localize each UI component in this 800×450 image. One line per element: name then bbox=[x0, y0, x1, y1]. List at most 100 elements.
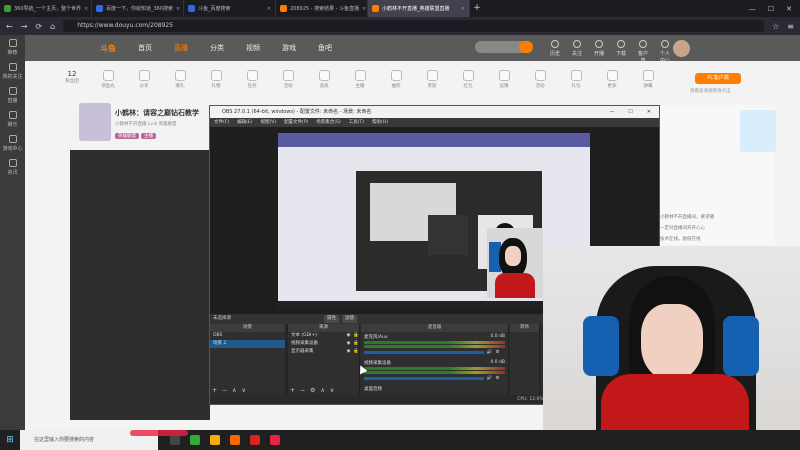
close-icon[interactable]: × bbox=[267, 6, 271, 12]
room-tool[interactable]: 抽奖 bbox=[384, 70, 408, 89]
eye-icon[interactable]: ◉ bbox=[346, 348, 350, 356]
obs-menu-item[interactable]: 帮助(H) bbox=[372, 118, 388, 127]
lock-icon[interactable]: 🔒 bbox=[353, 348, 359, 356]
nav-item[interactable]: 首页 bbox=[138, 43, 152, 53]
nav-item[interactable]: 分类 bbox=[210, 43, 224, 53]
room-tool[interactable]: 主播 bbox=[348, 70, 372, 89]
room-tool[interactable]: 红包 bbox=[456, 70, 480, 89]
obs-menu-item[interactable]: 工具(T) bbox=[349, 118, 364, 127]
pc-client-button[interactable]: PC客户端 bbox=[695, 73, 741, 84]
room-tool[interactable]: 贵族 bbox=[420, 70, 444, 89]
browser-tab[interactable]: 百度一下，你就知道_360搜索 × bbox=[92, 0, 184, 17]
room-tool[interactable]: 活动 bbox=[528, 70, 552, 89]
star-icon[interactable]: ☆ bbox=[772, 22, 779, 31]
red-app-icon[interactable] bbox=[250, 435, 260, 445]
nav-item[interactable]: 游戏 bbox=[282, 43, 296, 53]
room-tool[interactable]: 分享 bbox=[132, 70, 156, 89]
address-bar[interactable]: https://www.douyu.com/208925 bbox=[63, 20, 765, 32]
close-button[interactable]: ✕ bbox=[786, 5, 792, 13]
remove-source-button[interactable]: − bbox=[300, 387, 305, 394]
close-icon[interactable]: × bbox=[84, 6, 88, 12]
obs-menu-item[interactable]: 文件(F) bbox=[214, 118, 229, 127]
obs-menu-item[interactable]: 配置文件(P) bbox=[284, 118, 308, 127]
move-down-button[interactable]: ∨ bbox=[330, 387, 334, 394]
obs-maximize-button[interactable]: ☐ bbox=[628, 106, 632, 118]
sidebar-item[interactable]: 推荐 bbox=[0, 35, 25, 59]
close-icon[interactable]: × bbox=[461, 6, 465, 12]
remove-scene-button[interactable]: − bbox=[222, 387, 227, 394]
room-tag[interactable]: 主播 bbox=[141, 133, 156, 139]
source-settings-icon[interactable]: ⚙ bbox=[310, 387, 315, 394]
folder-app-icon[interactable] bbox=[210, 435, 220, 445]
reload-button[interactable]: ⟳ bbox=[35, 22, 42, 31]
sidebar-item[interactable]: 我的关注 bbox=[0, 59, 25, 83]
scene-item[interactable]: 场景 2 bbox=[210, 340, 285, 348]
header-icon-item[interactable]: 关注 bbox=[570, 40, 584, 64]
volume-slider[interactable] bbox=[364, 377, 484, 380]
eye-icon[interactable]: ◉ bbox=[346, 332, 350, 340]
obs-close-button[interactable]: ✕ bbox=[647, 106, 651, 118]
streamer-avatar[interactable] bbox=[79, 103, 111, 141]
obs-app-icon[interactable] bbox=[190, 435, 200, 445]
scene-item[interactable]: OBS bbox=[210, 332, 285, 340]
add-source-button[interactable]: + bbox=[290, 387, 295, 394]
nav-item[interactable]: 鱼吧 bbox=[318, 43, 332, 53]
move-down-button[interactable]: ∨ bbox=[241, 387, 245, 394]
forward-button[interactable]: → bbox=[21, 22, 28, 31]
sidebar-item[interactable]: 直播 bbox=[0, 83, 25, 107]
lock-icon[interactable]: 🔒 bbox=[353, 332, 359, 340]
browser-tab[interactable]: 360导航_一个主页，整个世界 × bbox=[0, 0, 92, 17]
move-up-button[interactable]: ∧ bbox=[320, 387, 324, 394]
browser-tab[interactable]: 208925 - 搜索结果 - 斗鱼直播 × bbox=[276, 0, 368, 17]
douyu-logo[interactable]: 斗鱼 bbox=[100, 43, 116, 54]
gear-icon[interactable]: ⚙ bbox=[495, 350, 499, 355]
menu-icon[interactable]: ≡ bbox=[787, 22, 794, 31]
nav-item[interactable]: 直播 bbox=[174, 43, 188, 53]
sidebar-item[interactable]: 资讯 bbox=[0, 155, 25, 179]
filters-button[interactable]: 滤镜 bbox=[342, 315, 357, 323]
new-tab-button[interactable]: + bbox=[470, 0, 484, 17]
room-tool[interactable]: 领鱼丸 bbox=[96, 70, 120, 89]
nav-item[interactable]: 视频 bbox=[246, 43, 260, 53]
header-icon-item[interactable]: 个人中心 bbox=[658, 40, 672, 64]
header-icon-item[interactable]: 客户端 bbox=[636, 40, 650, 64]
obs-menu-item[interactable]: 场景集合(S) bbox=[316, 118, 340, 127]
room-tool[interactable]: 更多 bbox=[600, 70, 624, 89]
source-item[interactable]: 显示器采集 ◉ 🔒 bbox=[288, 348, 359, 356]
sidebar-item[interactable]: 娱乐 bbox=[0, 107, 25, 131]
room-tool[interactable]: 道具 bbox=[312, 70, 336, 89]
source-item[interactable]: 文本 (GDI+) ◉ 🔒 bbox=[288, 332, 359, 340]
user-avatar[interactable] bbox=[673, 40, 690, 57]
task-view-icon[interactable] bbox=[170, 435, 180, 445]
room-tool[interactable]: 竞猜 bbox=[492, 70, 516, 89]
move-up-button[interactable]: ∧ bbox=[232, 387, 236, 394]
close-icon[interactable]: × bbox=[362, 6, 366, 12]
minimize-button[interactable]: — bbox=[749, 5, 756, 13]
source-item[interactable]: 视频采集设备 ◉ 🔒 bbox=[288, 340, 359, 348]
room-tag[interactable]: 英雄联盟 bbox=[115, 133, 139, 139]
browser-app-icon[interactable] bbox=[230, 435, 240, 445]
header-icon-item[interactable]: 下载 bbox=[614, 40, 628, 64]
douyu-app-icon[interactable] bbox=[270, 435, 280, 445]
obs-menu-item[interactable]: 编辑(E) bbox=[237, 118, 252, 127]
home-button[interactable]: ⌂ bbox=[50, 22, 55, 31]
back-button[interactable]: ← bbox=[6, 22, 13, 31]
obs-menu-item[interactable]: 视图(V) bbox=[260, 118, 276, 127]
search-button[interactable] bbox=[519, 41, 533, 53]
maximize-button[interactable]: ☐ bbox=[768, 5, 774, 13]
room-tool[interactable]: 活动 bbox=[276, 70, 300, 89]
room-tool[interactable]: 12 粉丝团 bbox=[60, 70, 84, 89]
windows-start-icon[interactable]: ⊞ bbox=[0, 435, 20, 445]
eye-icon[interactable]: ◉ bbox=[346, 340, 350, 348]
speaker-icon[interactable]: 🔊 bbox=[487, 350, 493, 355]
browser-tab[interactable]: 小鹤林不开直播_英雄联盟直播 × bbox=[368, 0, 470, 17]
properties-button[interactable]: 属性 bbox=[324, 315, 339, 323]
room-tool[interactable]: 弹幕 bbox=[636, 70, 660, 89]
sidebar-item[interactable]: 游戏中心 bbox=[0, 131, 25, 155]
speaker-icon[interactable]: 🔊 bbox=[487, 376, 493, 381]
close-icon[interactable]: × bbox=[176, 6, 180, 12]
lock-icon[interactable]: 🔒 bbox=[353, 340, 359, 348]
gear-icon[interactable]: ⚙ bbox=[495, 376, 499, 381]
header-icon-item[interactable]: 开播 bbox=[592, 40, 606, 64]
room-tool[interactable]: 赠礼 bbox=[168, 70, 192, 89]
